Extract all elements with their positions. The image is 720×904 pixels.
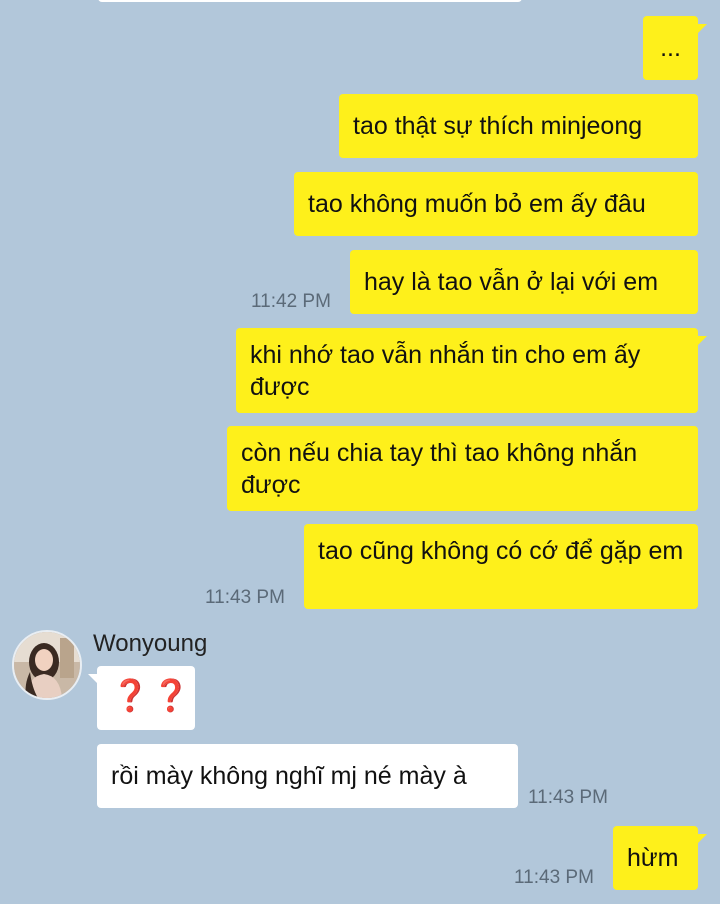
message-bubble-outgoing[interactable]: khi nhớ tao vẫn nhắn tin cho em ấy được xyxy=(236,328,707,413)
message-bubble-outgoing[interactable]: tao thật sự thích minjeong xyxy=(339,94,698,158)
message-text: ... xyxy=(660,34,681,62)
message-bubble-outgoing[interactable]: còn nếu chia tay thì tao không nhắn được xyxy=(227,426,698,511)
message-text: tao cũng không có cớ để gặp em xyxy=(318,537,684,565)
message-text: còn nếu chia tay thì tao không nhắn được xyxy=(241,439,638,499)
message-bubble-outgoing[interactable]: tao cũng không có cớ để gặp em xyxy=(304,524,698,609)
sender-name: Wonyoung xyxy=(93,630,208,657)
message-timestamp: 11:43 PM xyxy=(205,587,285,608)
message-bubble-outgoing[interactable]: hay là tao vẫn ở lại với em xyxy=(350,250,698,314)
message-text: hay là tao vẫn ở lại với em xyxy=(364,268,659,296)
cut-off-message-bubble xyxy=(98,0,522,2)
question-marks-emoji: ❓❓ xyxy=(111,678,193,713)
message-text: tao không muốn bỏ em ấy đâu xyxy=(308,190,646,218)
message-text: hừm xyxy=(627,844,679,872)
message-text: rồi mày không nghĩ mj né mày à xyxy=(111,762,467,790)
message-timestamp: 11:42 PM xyxy=(251,291,331,312)
message-text: khi nhớ tao vẫn nhắn tin cho em ấy được xyxy=(250,341,641,401)
message-bubble-incoming[interactable]: rồi mày không nghĩ mj né mày à xyxy=(97,744,518,808)
message-bubble-outgoing[interactable]: hừm xyxy=(613,826,707,890)
message-timestamp: 11:43 PM xyxy=(514,867,594,888)
profile-photo-avatar-icon xyxy=(14,632,80,698)
message-bubble-outgoing[interactable]: tao không muốn bỏ em ấy đâu xyxy=(294,172,698,236)
message-bubble-incoming[interactable]: ❓❓ xyxy=(88,666,195,730)
message-bubble-outgoing[interactable]: ... xyxy=(643,16,707,80)
message-text: tao thật sự thích minjeong xyxy=(353,112,643,140)
message-timestamp: 11:43 PM xyxy=(528,787,608,808)
avatar[interactable] xyxy=(12,630,82,700)
